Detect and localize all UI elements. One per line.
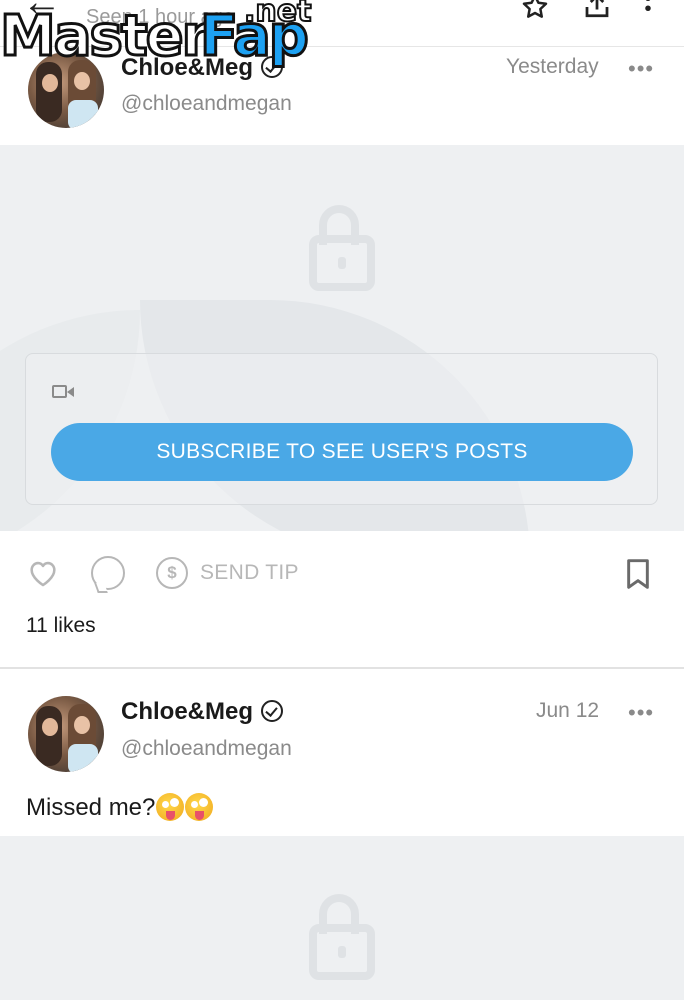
author-handle[interactable]: @chloeandmegan [121, 737, 292, 761]
post-caption: Missed me? [26, 793, 214, 822]
caption-text: Missed me? [26, 794, 156, 821]
watermark-text-master: Master [0, 3, 211, 71]
watermark-logo: Master Fap .net [0, 0, 312, 72]
bookmark-icon[interactable] [625, 558, 651, 590]
like-icon[interactable] [26, 556, 60, 590]
video-icon [52, 383, 76, 401]
post-date: Yesterday [506, 55, 599, 78]
post-divider [0, 667, 684, 669]
more-vertical-icon[interactable] [638, 0, 658, 30]
author-handle[interactable]: @chloeandmegan [121, 92, 292, 116]
verified-icon [261, 700, 283, 722]
likes-count[interactable]: 11 likes [26, 614, 96, 638]
star-icon[interactable] [520, 0, 550, 30]
subscribe-button[interactable]: SUBSCRIBE TO SEE USER'S POSTS [51, 423, 633, 481]
post-date: Jun 12 [536, 699, 600, 722]
zany-face-emoji [185, 793, 214, 821]
dollar-icon[interactable]: $ [156, 557, 188, 589]
zany-face-emoji [156, 793, 185, 821]
watermark-text-net: .net [243, 0, 312, 30]
post-menu-icon[interactable]: ••• [628, 700, 654, 726]
subscribe-card: SUBSCRIBE TO SEE USER'S POSTS [25, 353, 658, 505]
locked-media [0, 836, 684, 1000]
avatar[interactable] [28, 696, 104, 772]
comment-icon[interactable] [91, 556, 125, 590]
post-menu-icon[interactable]: ••• [628, 56, 654, 82]
author-name[interactable]: Chloe&Meg [121, 698, 253, 725]
send-tip-button[interactable]: SEND TIP [200, 561, 299, 585]
share-icon[interactable] [582, 0, 612, 30]
post-author[interactable]: Chloe&Meg [121, 698, 283, 726]
